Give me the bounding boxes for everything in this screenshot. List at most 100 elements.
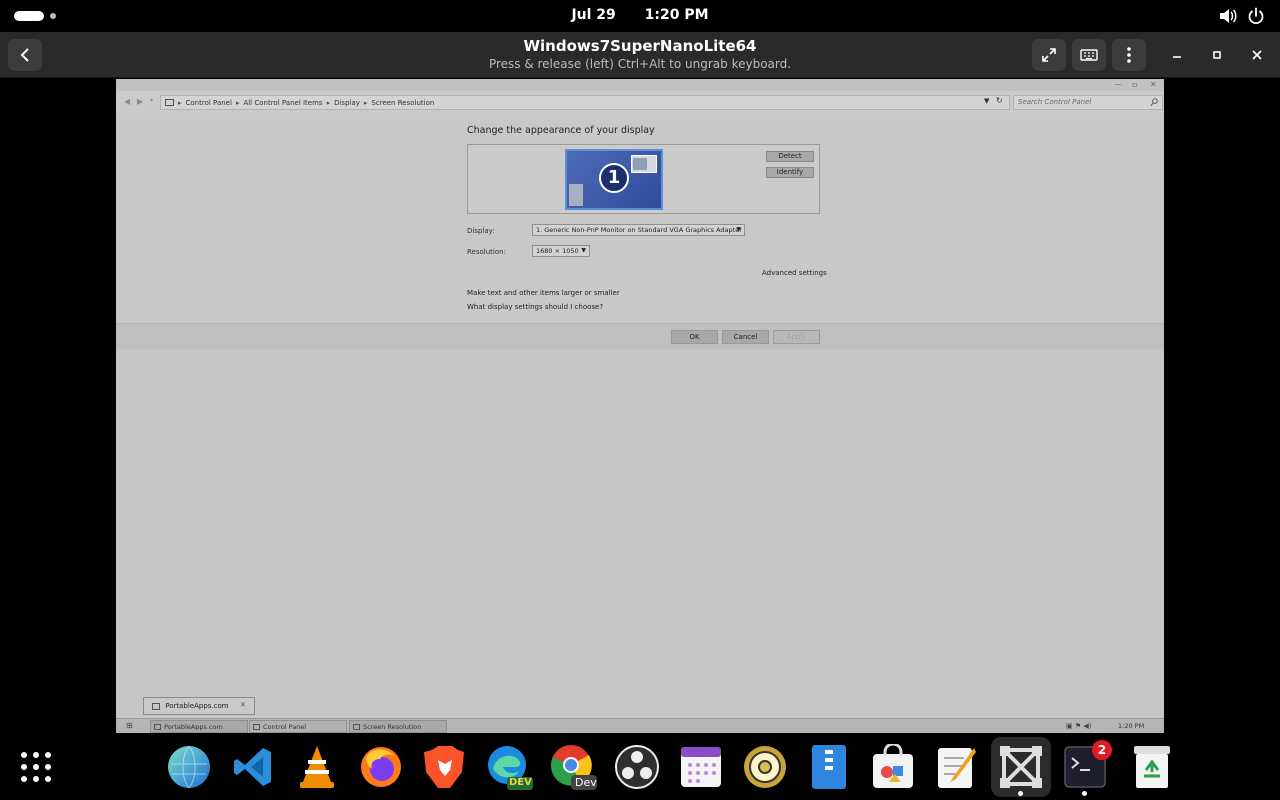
- display-select-value: 1. Generic Non-PnP Monitor on Standard V…: [536, 226, 742, 234]
- address-bar-row: ◀ ▶ ▾ ▸ Control Panel ▸ All Control Pane…: [116, 91, 1164, 113]
- maximize-icon: [1213, 51, 1221, 59]
- back-arrow-icon[interactable]: ◀: [124, 97, 130, 106]
- task-control-panel[interactable]: Control Panel: [249, 720, 347, 733]
- keyboard-icon: [1080, 49, 1098, 61]
- brave-icon[interactable]: [421, 743, 469, 791]
- address-dropdown-icon[interactable]: ▼: [984, 97, 989, 105]
- window-titlebar[interactable]: — ▫ ✕: [116, 79, 1164, 91]
- task-screen-resolution[interactable]: Screen Resolution: [349, 720, 447, 733]
- top-bar: Jul 29 1:20 PM: [0, 0, 1280, 32]
- monitor-number: 1: [599, 163, 629, 193]
- vm-display-area: — ▫ ✕ ◀ ▶ ▾ ▸ Control Panel ▸ All Contro…: [0, 79, 1280, 733]
- browser-globe-icon[interactable]: [165, 743, 213, 791]
- task-label: PortableApps.com: [164, 723, 223, 731]
- forward-arrow-icon[interactable]: ▶: [137, 97, 143, 106]
- close-icon: [1252, 50, 1262, 60]
- search-placeholder: Search Control Panel: [1018, 98, 1092, 106]
- file-archive-icon[interactable]: [805, 743, 853, 791]
- speaker-icon[interactable]: [741, 743, 789, 791]
- notification-badge: 2: [1092, 740, 1112, 760]
- calendar-icon[interactable]: [677, 743, 725, 791]
- monitor-1-icon[interactable]: 1: [565, 149, 663, 210]
- resolution-label: Resolution:: [467, 248, 506, 256]
- win-close-icon[interactable]: ✕: [1150, 80, 1157, 89]
- text-size-link[interactable]: Make text and other items larger or smal…: [467, 289, 620, 297]
- taskbar-clock[interactable]: 1:20 PM: [1118, 722, 1144, 730]
- control-panel-icon: [253, 724, 260, 730]
- detect-button[interactable]: Detect: [766, 151, 814, 162]
- dialog-button-bar: OK Cancel Apply: [116, 323, 1164, 349]
- breadcrumb-all-items[interactable]: All Control Panel Items: [243, 99, 322, 107]
- win-maximize-icon[interactable]: ▫: [1132, 80, 1137, 89]
- ok-button[interactable]: OK: [671, 330, 718, 344]
- windows-taskbar: ⊞ PortableApps.com Control Panel Screen …: [116, 718, 1164, 733]
- chrome-dev-badge: Dev: [575, 776, 597, 789]
- window-icon: [152, 702, 160, 710]
- display-help-link[interactable]: What display settings should I choose?: [467, 303, 603, 311]
- close-button[interactable]: [1246, 44, 1268, 66]
- advanced-settings-link[interactable]: Advanced settings: [762, 269, 827, 277]
- cancel-button[interactable]: Cancel: [722, 330, 769, 344]
- edge-dev-icon[interactable]: DEV: [485, 743, 533, 791]
- power-icon[interactable]: [1247, 7, 1265, 25]
- boxes-header: Windows7SuperNanoLite64 Press & release …: [0, 32, 1280, 78]
- clock-date: Jul 29: [571, 7, 616, 23]
- apply-button[interactable]: Apply: [773, 330, 820, 344]
- start-grid-icon[interactable]: ⊞: [126, 721, 137, 731]
- volume-icon[interactable]: [1218, 7, 1238, 25]
- kebab-menu-icon: [1127, 47, 1131, 63]
- software-store-icon[interactable]: [869, 743, 917, 791]
- dialog-content: Change the appearance of your display 1 …: [116, 113, 1164, 323]
- keyboard-button[interactable]: [1072, 39, 1106, 71]
- control-panel-icon: [165, 99, 174, 106]
- refresh-icon[interactable]: ↻: [996, 96, 1003, 105]
- vm-screen[interactable]: — ▫ ✕ ◀ ▶ ▾ ▸ Control Panel ▸ All Contro…: [116, 79, 1164, 733]
- vlc-icon[interactable]: [293, 743, 341, 791]
- address-box[interactable]: ▸ Control Panel ▸ All Control Panel Item…: [160, 95, 1010, 110]
- display-select[interactable]: 1. Generic Non-PnP Monitor on Standard V…: [532, 224, 745, 236]
- app-grid-icon[interactable]: [12, 743, 60, 791]
- trash-icon[interactable]: [1128, 743, 1176, 791]
- tooltip-label: PortableApps.com: [165, 702, 229, 710]
- search-input[interactable]: Search Control Panel: [1013, 95, 1163, 110]
- task-label: Control Panel: [263, 723, 307, 731]
- text-editor-icon[interactable]: [933, 743, 981, 791]
- dock: DEV Dev 2: [0, 733, 1280, 800]
- breadcrumb-display[interactable]: Display: [334, 99, 360, 107]
- clock-time: 1:20 PM: [644, 7, 709, 23]
- running-indicator: [1018, 791, 1023, 796]
- resolution-select-value: 1680 × 1050: [536, 247, 579, 255]
- fullscreen-icon: [1042, 48, 1056, 62]
- firefox-icon[interactable]: [357, 743, 405, 791]
- minimize-button[interactable]: [1166, 44, 1188, 66]
- breadcrumb-screen-resolution[interactable]: Screen Resolution: [371, 99, 434, 107]
- monitor-icon: [353, 724, 360, 730]
- task-portableapps[interactable]: PortableApps.com: [150, 720, 248, 733]
- running-indicator: [1082, 791, 1087, 796]
- task-label: Screen Resolution: [363, 723, 422, 731]
- edge-dev-badge: DEV: [509, 777, 532, 788]
- win-minimize-icon[interactable]: —: [1114, 80, 1122, 89]
- obs-icon[interactable]: [613, 743, 661, 791]
- display-label: Display:: [467, 227, 495, 235]
- minimize-icon: [1173, 56, 1181, 58]
- fullscreen-button[interactable]: [1032, 39, 1066, 71]
- vscode-icon[interactable]: [229, 743, 277, 791]
- identify-button[interactable]: Identify: [766, 167, 814, 178]
- menu-button[interactable]: [1112, 39, 1146, 71]
- boxes-icon[interactable]: [997, 743, 1045, 791]
- chevron-down-icon: ▼: [736, 226, 741, 233]
- search-icon: [1150, 98, 1158, 107]
- breadcrumb-control-panel[interactable]: Control Panel: [186, 99, 232, 107]
- maximize-button[interactable]: [1206, 44, 1228, 66]
- page-title: Change the appearance of your display: [467, 125, 655, 136]
- window-icon: [154, 724, 161, 730]
- resolution-select[interactable]: 1680 × 1050 ▼: [532, 245, 590, 257]
- taskbar-tooltip[interactable]: PortableApps.com ✕: [143, 697, 255, 715]
- clock[interactable]: Jul 29 1:20 PM: [0, 7, 1280, 23]
- chrome-dev-icon[interactable]: Dev: [549, 743, 597, 791]
- close-icon[interactable]: ✕: [240, 701, 246, 709]
- recent-pages-icon[interactable]: ▾: [150, 97, 153, 104]
- system-tray-icons[interactable]: ▣ ⚑ ◀): [1066, 722, 1091, 730]
- chevron-down-icon: ▼: [581, 247, 586, 254]
